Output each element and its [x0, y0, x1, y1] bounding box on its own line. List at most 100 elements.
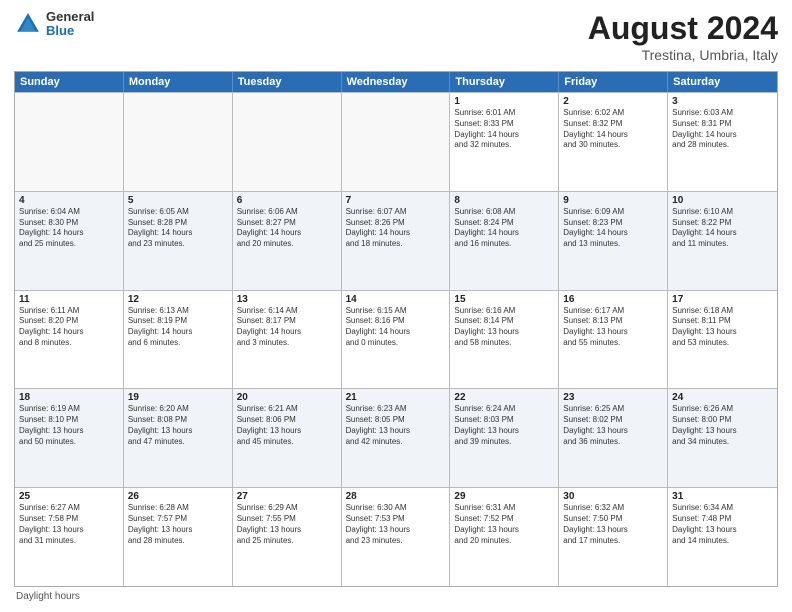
- empty-cell: [233, 93, 342, 191]
- cell-info-line: and 23 minutes.: [346, 536, 446, 547]
- day-number: 15: [454, 294, 554, 305]
- cell-info-line: Sunset: 8:20 PM: [19, 316, 119, 327]
- day-cell-22: 22Sunrise: 6:24 AMSunset: 8:03 PMDayligh…: [450, 389, 559, 487]
- title-block: August 2024 Trestina, Umbria, Italy: [588, 10, 778, 63]
- cell-info-line: Sunset: 8:28 PM: [128, 218, 228, 229]
- cell-info-line: Sunset: 7:58 PM: [19, 514, 119, 525]
- cell-info-line: Daylight: 13 hours: [454, 525, 554, 536]
- cell-info-line: Sunset: 8:10 PM: [19, 415, 119, 426]
- cell-info-line: Sunset: 8:05 PM: [346, 415, 446, 426]
- cell-info-line: Daylight: 13 hours: [672, 426, 773, 437]
- col-header-monday: Monday: [124, 72, 233, 92]
- day-cell-23: 23Sunrise: 6:25 AMSunset: 8:02 PMDayligh…: [559, 389, 668, 487]
- cell-info-line: Sunset: 8:22 PM: [672, 218, 773, 229]
- day-cell-26: 26Sunrise: 6:28 AMSunset: 7:57 PMDayligh…: [124, 488, 233, 586]
- day-number: 27: [237, 491, 337, 502]
- cell-info-line: and 8 minutes.: [19, 338, 119, 349]
- day-cell-9: 9Sunrise: 6:09 AMSunset: 8:23 PMDaylight…: [559, 192, 668, 290]
- cell-info-line: Daylight: 14 hours: [237, 228, 337, 239]
- cell-info-line: and 20 minutes.: [237, 239, 337, 250]
- cell-info-line: Sunrise: 6:15 AM: [346, 306, 446, 317]
- day-number: 3: [672, 96, 773, 107]
- day-cell-10: 10Sunrise: 6:10 AMSunset: 8:22 PMDayligh…: [668, 192, 777, 290]
- day-cell-20: 20Sunrise: 6:21 AMSunset: 8:06 PMDayligh…: [233, 389, 342, 487]
- col-header-friday: Friday: [559, 72, 668, 92]
- day-number: 14: [346, 294, 446, 305]
- logo: General Blue: [14, 10, 94, 39]
- col-header-saturday: Saturday: [668, 72, 777, 92]
- cell-info-line: and 55 minutes.: [563, 338, 663, 349]
- cell-info-line: Sunset: 8:33 PM: [454, 119, 554, 130]
- cell-info-line: Daylight: 13 hours: [672, 327, 773, 338]
- empty-cell: [15, 93, 124, 191]
- cell-info-line: Sunrise: 6:02 AM: [563, 108, 663, 119]
- day-cell-27: 27Sunrise: 6:29 AMSunset: 7:55 PMDayligh…: [233, 488, 342, 586]
- month-year: August 2024: [588, 10, 778, 47]
- cell-info-line: Daylight: 14 hours: [672, 228, 773, 239]
- day-number: 17: [672, 294, 773, 305]
- cell-info-line: and 11 minutes.: [672, 239, 773, 250]
- cell-info-line: Sunset: 8:13 PM: [563, 316, 663, 327]
- cell-info-line: Daylight: 14 hours: [128, 327, 228, 338]
- day-cell-5: 5Sunrise: 6:05 AMSunset: 8:28 PMDaylight…: [124, 192, 233, 290]
- day-cell-7: 7Sunrise: 6:07 AMSunset: 8:26 PMDaylight…: [342, 192, 451, 290]
- day-number: 18: [19, 392, 119, 403]
- day-cell-6: 6Sunrise: 6:06 AMSunset: 8:27 PMDaylight…: [233, 192, 342, 290]
- cell-info-line: Daylight: 13 hours: [237, 525, 337, 536]
- logo-text: General Blue: [46, 10, 94, 39]
- cell-info-line: and 18 minutes.: [346, 239, 446, 250]
- cell-info-line: Sunrise: 6:13 AM: [128, 306, 228, 317]
- cell-info-line: Sunrise: 6:16 AM: [454, 306, 554, 317]
- cell-info-line: Sunrise: 6:27 AM: [19, 503, 119, 514]
- calendar: SundayMondayTuesdayWednesdayThursdayFrid…: [14, 71, 778, 587]
- cell-info-line: Sunset: 8:26 PM: [346, 218, 446, 229]
- cell-info-line: Sunrise: 6:04 AM: [19, 207, 119, 218]
- cell-info-line: Sunrise: 6:31 AM: [454, 503, 554, 514]
- day-cell-8: 8Sunrise: 6:08 AMSunset: 8:24 PMDaylight…: [450, 192, 559, 290]
- cell-info-line: and 39 minutes.: [454, 437, 554, 448]
- day-number: 30: [563, 491, 663, 502]
- cell-info-line: Sunset: 8:23 PM: [563, 218, 663, 229]
- day-cell-16: 16Sunrise: 6:17 AMSunset: 8:13 PMDayligh…: [559, 291, 668, 389]
- empty-cell: [124, 93, 233, 191]
- day-number: 28: [346, 491, 446, 502]
- cell-info-line: Daylight: 13 hours: [672, 525, 773, 536]
- cell-info-line: Daylight: 13 hours: [237, 426, 337, 437]
- cell-info-line: and 6 minutes.: [128, 338, 228, 349]
- cell-info-line: Sunrise: 6:29 AM: [237, 503, 337, 514]
- day-number: 1: [454, 96, 554, 107]
- cell-info-line: Daylight: 13 hours: [563, 426, 663, 437]
- cell-info-line: Daylight: 14 hours: [19, 228, 119, 239]
- day-number: 25: [19, 491, 119, 502]
- day-cell-2: 2Sunrise: 6:02 AMSunset: 8:32 PMDaylight…: [559, 93, 668, 191]
- cell-info-line: Sunrise: 6:05 AM: [128, 207, 228, 218]
- cell-info-line: and 23 minutes.: [128, 239, 228, 250]
- cell-info-line: and 3 minutes.: [237, 338, 337, 349]
- cell-info-line: Daylight: 14 hours: [454, 130, 554, 141]
- cell-info-line: and 13 minutes.: [563, 239, 663, 250]
- day-cell-17: 17Sunrise: 6:18 AMSunset: 8:11 PMDayligh…: [668, 291, 777, 389]
- cell-info-line: Sunset: 8:31 PM: [672, 119, 773, 130]
- cell-info-line: and 30 minutes.: [563, 140, 663, 151]
- calendar-row-4: 25Sunrise: 6:27 AMSunset: 7:58 PM Dayligh…: [15, 487, 777, 586]
- cell-info-line: Daylight: 13 hours: [454, 426, 554, 437]
- cell-info-line: and 14 minutes.: [672, 536, 773, 547]
- cell-info-line: Daylight: 14 hours: [346, 228, 446, 239]
- day-number: 7: [346, 195, 446, 206]
- day-cell-11: 11Sunrise: 6:11 AMSunset: 8:20 PMDayligh…: [15, 291, 124, 389]
- calendar-row-1: 4Sunrise: 6:04 AMSunset: 8:30 PMDaylight…: [15, 191, 777, 290]
- day-cell-25: 25Sunrise: 6:27 AMSunset: 7:58 PMDayligh…: [15, 488, 124, 586]
- cell-info-line: Sunset: 8:16 PM: [346, 316, 446, 327]
- day-number: 8: [454, 195, 554, 206]
- cell-info-line: and 36 minutes.: [563, 437, 663, 448]
- day-cell-31: 31Sunrise: 6:34 AMSunset: 7:48 PMDayligh…: [668, 488, 777, 586]
- cell-info-line: Sunset: 8:06 PM: [237, 415, 337, 426]
- cell-info-line: Sunrise: 6:06 AM: [237, 207, 337, 218]
- cell-info-line: Sunset: 8:30 PM: [19, 218, 119, 229]
- cell-info-line: Sunrise: 6:24 AM: [454, 404, 554, 415]
- cell-info-line: and 45 minutes.: [237, 437, 337, 448]
- day-cell-21: 21Sunrise: 6:23 AMSunset: 8:05 PMDayligh…: [342, 389, 451, 487]
- cell-info-line: Sunrise: 6:34 AM: [672, 503, 773, 514]
- day-number: 19: [128, 392, 228, 403]
- day-cell-28: 28Sunrise: 6:30 AMSunset: 7:53 PMDayligh…: [342, 488, 451, 586]
